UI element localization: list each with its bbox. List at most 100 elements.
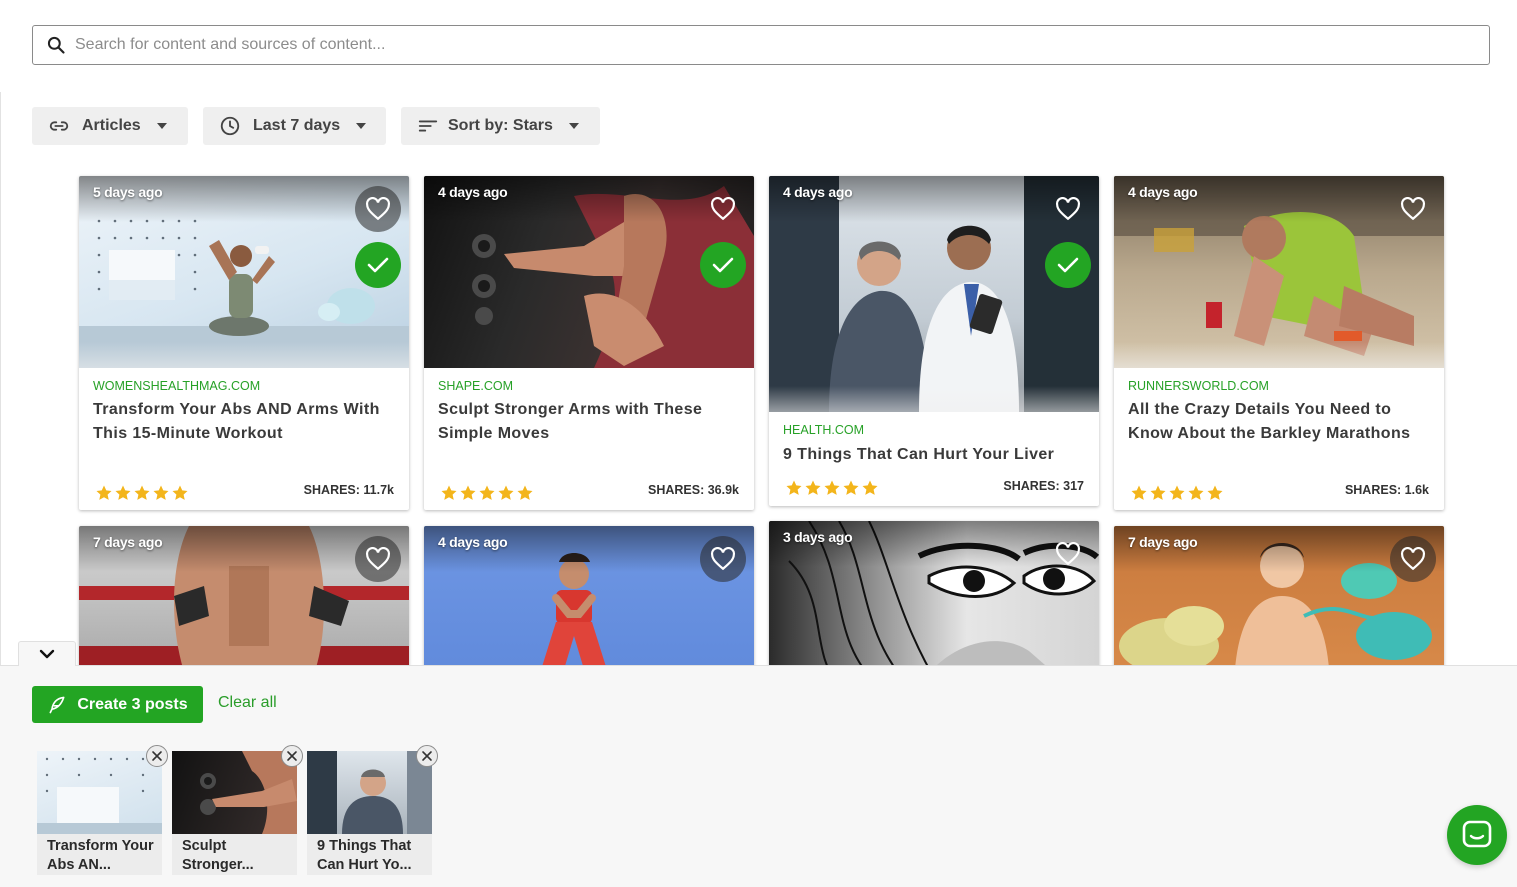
remove-selected-button[interactable] — [416, 745, 438, 767]
create-posts-label: Create 3 posts — [77, 695, 188, 713]
favorite-button[interactable] — [700, 536, 746, 582]
star-icon — [460, 485, 476, 500]
clear-all-link[interactable]: Clear all — [218, 694, 277, 712]
article-source[interactable]: HEALTH.COM — [783, 423, 864, 437]
heart-icon — [711, 197, 735, 221]
article-thumbnail: 5 days ago — [79, 176, 409, 368]
checkmark-icon — [367, 257, 389, 273]
article-thumbnail: 4 days ago — [424, 176, 754, 368]
star-icon — [1188, 485, 1204, 500]
star-rating — [440, 484, 534, 502]
article-card[interactable]: 7 days ago — [1114, 526, 1444, 686]
chevron-down-icon — [39, 649, 55, 659]
share-count: SHARES: 11.7k — [303, 483, 394, 497]
heart-icon — [366, 547, 390, 571]
checkmark-icon — [1057, 257, 1079, 273]
article-age: 3 days ago — [783, 529, 853, 545]
article-thumbnail: 4 days ago — [1114, 176, 1444, 368]
search-bar[interactable] — [32, 25, 1490, 65]
favorite-button[interactable] — [1045, 531, 1091, 577]
article-card[interactable]: 5 days ago WOMENSHEALTHMAG.COM Transform… — [79, 176, 409, 510]
favorite-button[interactable] — [1390, 536, 1436, 582]
selected-article[interactable]: 9 Things That Can Hurt Yo... — [307, 745, 438, 875]
star-icon — [1131, 485, 1147, 500]
star-rating — [95, 484, 189, 502]
content-type-label: Articles — [82, 117, 141, 134]
favorite-button[interactable] — [1390, 186, 1436, 232]
article-source[interactable]: RUNNERSWORLD.COM — [1128, 379, 1269, 393]
article-age: 4 days ago — [783, 184, 853, 200]
left-divider — [0, 92, 1, 667]
article-thumbnail: 4 days ago — [769, 176, 1099, 412]
star-icon — [134, 485, 150, 500]
selected-article[interactable]: Sculpt Stronger... — [172, 745, 303, 875]
chat-support-button[interactable] — [1447, 805, 1507, 865]
favorite-button[interactable] — [355, 536, 401, 582]
selected-article-title: 9 Things That Can Hurt Yo... — [317, 838, 412, 873]
search-input[interactable] — [75, 26, 1489, 64]
article-card[interactable]: 4 days ago SHAPE.COM Sculpt Stronger Arm… — [424, 176, 754, 510]
star-icon — [115, 485, 131, 500]
article-thumbnail: 7 days ago — [1114, 526, 1444, 686]
article-card[interactable]: 4 days ago HEALTH.COM 9 Things That Can … — [769, 176, 1099, 506]
selected-indicator[interactable] — [1045, 242, 1091, 288]
heart-icon — [1401, 547, 1425, 571]
selected-article-thumbnail — [37, 751, 162, 834]
clock-icon — [219, 115, 241, 137]
star-icon — [1150, 485, 1166, 500]
close-icon — [287, 751, 297, 761]
chevron-down-icon — [356, 123, 367, 129]
share-count: SHARES: 317 — [1003, 479, 1084, 493]
remove-selected-button[interactable] — [281, 745, 303, 767]
star-icon — [96, 485, 112, 500]
share-count: SHARES: 1.6k — [1344, 483, 1429, 497]
article-card[interactable]: 4 days ago RUNNERSWORLD.COM All the Craz… — [1114, 176, 1444, 510]
article-card[interactable]: 7 days ago — [79, 526, 409, 686]
star-icon — [153, 485, 169, 500]
article-thumbnail: 7 days ago — [79, 526, 409, 686]
selected-article-title: Transform Your Abs AN... — [47, 838, 154, 873]
selected-article-thumbnail — [172, 751, 297, 834]
article-title[interactable]: Sculpt Stronger Arms with These Simple M… — [438, 398, 740, 446]
star-icon — [517, 485, 533, 500]
article-age: 7 days ago — [93, 534, 163, 550]
sort-dropdown[interactable]: Sort by: Stars — [401, 107, 600, 145]
create-posts-button[interactable]: Create 3 posts — [32, 686, 203, 723]
star-icon — [1207, 485, 1223, 500]
favorite-button[interactable] — [355, 186, 401, 232]
star-icon — [441, 485, 457, 500]
article-title[interactable]: 9 Things That Can Hurt Your Liver — [783, 443, 1085, 467]
article-title[interactable]: All the Crazy Details You Need to Know A… — [1128, 398, 1430, 446]
selected-indicator[interactable] — [700, 242, 746, 288]
heart-icon — [366, 197, 390, 221]
article-age: 5 days ago — [93, 184, 163, 200]
sort-icon — [417, 115, 439, 137]
content-type-dropdown[interactable]: Articles — [32, 107, 188, 145]
selected-article[interactable]: Transform Your Abs AN... — [37, 745, 168, 875]
star-icon — [479, 485, 495, 500]
close-icon — [152, 751, 162, 761]
search-icon — [47, 36, 65, 54]
sort-label: Sort by: Stars — [448, 117, 553, 134]
collapse-panel-button[interactable] — [18, 641, 76, 666]
article-card[interactable]: 3 days ago — [769, 521, 1099, 686]
article-age: 4 days ago — [438, 184, 508, 200]
heart-icon — [711, 547, 735, 571]
remove-selected-button[interactable] — [146, 745, 168, 767]
star-icon — [805, 480, 821, 495]
chat-icon — [1462, 820, 1492, 848]
article-card[interactable]: 4 days ago — [424, 526, 754, 686]
article-source[interactable]: SHAPE.COM — [438, 379, 513, 393]
article-source[interactable]: WOMENSHEALTHMAG.COM — [93, 379, 260, 393]
favorite-button[interactable] — [1045, 186, 1091, 232]
link-icon — [48, 115, 70, 137]
article-thumbnail: 3 days ago — [769, 521, 1099, 686]
selected-article-title: Sculpt Stronger... — [182, 838, 254, 873]
star-icon — [172, 485, 188, 500]
favorite-button[interactable] — [700, 186, 746, 232]
article-title[interactable]: Transform Your Abs AND Arms With This 15… — [93, 398, 395, 446]
selected-indicator[interactable] — [355, 242, 401, 288]
chevron-down-icon — [568, 123, 579, 129]
date-range-dropdown[interactable]: Last 7 days — [203, 107, 386, 145]
heart-icon — [1056, 197, 1080, 221]
